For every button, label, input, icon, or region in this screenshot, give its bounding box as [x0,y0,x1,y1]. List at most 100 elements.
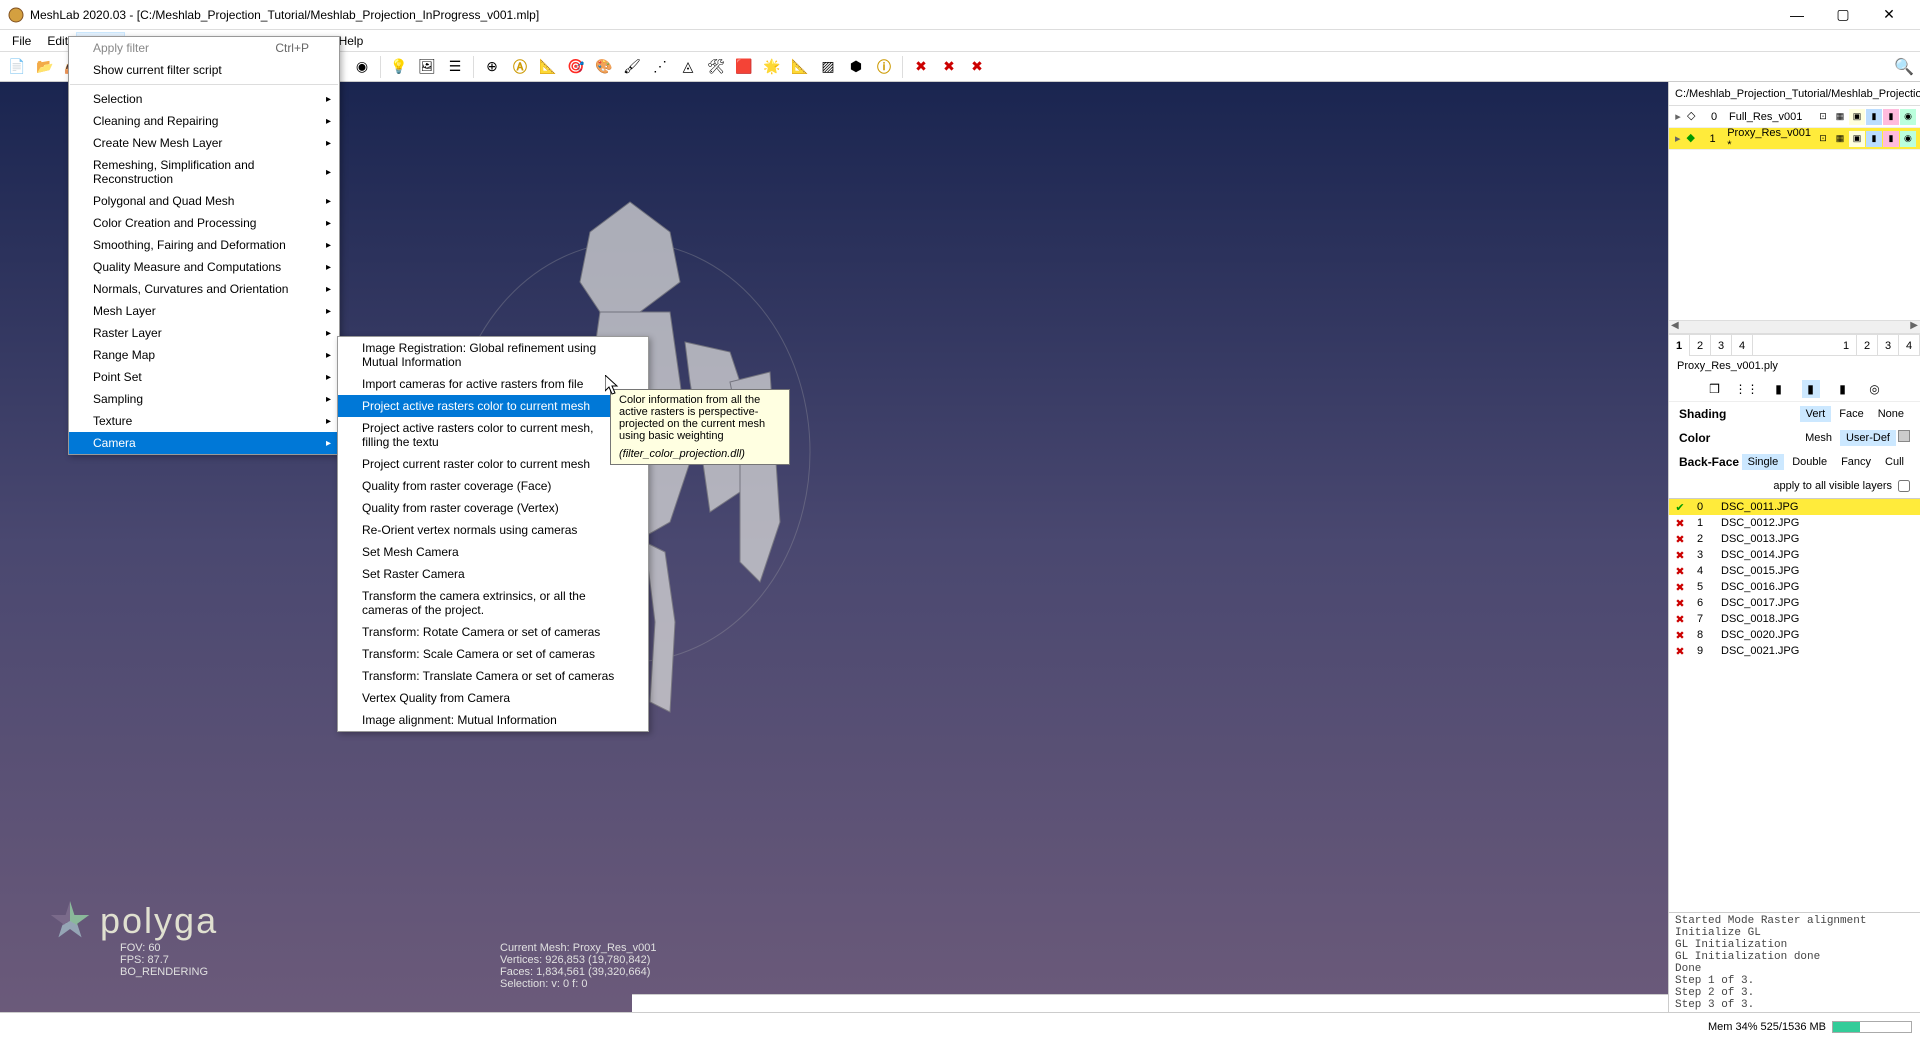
x-icon[interactable]: ✖ [1673,581,1687,594]
sidebar-tab[interactable]: C:/Meshlab_Projection_Tutorial/Meshlab_P… [1669,82,1920,106]
x-icon[interactable]: ✖ [1673,533,1687,546]
raster-row[interactable]: ✖3DSC_0014.JPG [1669,547,1920,563]
filters-item[interactable]: Remeshing, Simplification and Reconstruc… [69,154,339,190]
select-face-icon[interactable]: ◬ [675,54,701,80]
x-icon[interactable]: ✖ [1673,517,1687,530]
plugin1-icon[interactable]: 🟥 [731,54,757,80]
color-userdef[interactable]: User-Def [1840,430,1896,446]
plugin3-icon[interactable]: 📐 [787,54,813,80]
layer-row[interactable]: ▸ ◆ 1 Proxy_Res_v001 * ⊡ ▦ ▣ ▮ ▮ ◉ [1669,128,1920,150]
camera-submenu-item[interactable]: Project active rasters color to current … [338,417,648,453]
mini-icon[interactable]: ▮ [1866,109,1882,125]
delete3-icon[interactable]: ✖ [964,54,990,80]
backface-single[interactable]: Single [1742,454,1785,470]
tab-3[interactable]: 3 [1711,335,1732,356]
expand-icon[interactable]: ▸ [1673,110,1683,123]
trackball-icon[interactable]: ⊕ [479,54,505,80]
x-icon[interactable]: ✖ [1673,645,1687,658]
camera-submenu-item[interactable]: Project active rasters color to current … [338,395,648,417]
filters-item[interactable]: Camera [69,432,339,454]
expand-icon[interactable]: ▸ [1673,132,1683,145]
filters-item[interactable]: Create New Mesh Layer [69,132,339,154]
camera-submenu-item[interactable]: Re-Orient vertex normals using cameras [338,519,648,541]
shading-vert[interactable]: Vert [1800,406,1832,422]
prop-edge-icon[interactable]: ◎ [1866,380,1884,398]
camera-submenu-item[interactable]: Set Mesh Camera [338,541,648,563]
info-icon[interactable]: ⓘ [871,54,897,80]
mini-icon[interactable]: ▮ [1866,131,1882,147]
camera-submenu-item[interactable]: Set Raster Camera [338,563,648,585]
tab-1[interactable]: 1 [1669,335,1690,356]
apply-filter-item[interactable]: Apply filter Ctrl+P [69,37,339,59]
filters-item[interactable]: Mesh Layer [69,300,339,322]
prop-points-icon[interactable]: ⋮⋮ [1738,380,1756,398]
mini-icon[interactable]: ▣ [1849,131,1865,147]
plugin2-icon[interactable]: 🌟 [759,54,785,80]
camera-submenu-item[interactable]: Transform: Scale Camera or set of camera… [338,643,648,665]
delete2-icon[interactable]: ✖ [936,54,962,80]
plugin4-icon[interactable]: ▨ [815,54,841,80]
new-project-icon[interactable]: 📄 [4,54,30,80]
raster-row[interactable]: ✖7DSC_0018.JPG [1669,611,1920,627]
filters-item[interactable]: Normals, Curvatures and Orientation [69,278,339,300]
filters-item[interactable]: Quality Measure and Computations [69,256,339,278]
x-icon[interactable]: ✖ [1673,565,1687,578]
raster-row[interactable]: ✖1DSC_0012.JPG [1669,515,1920,531]
backface-double[interactable]: Double [1786,454,1833,470]
camera-submenu-item[interactable]: Transform: Translate Camera or set of ca… [338,665,648,687]
mini-icon[interactable]: ⊡ [1815,109,1831,125]
show-script-item[interactable]: Show current filter script [69,59,339,81]
info-a-icon[interactable]: Ⓐ [507,54,533,80]
prop-wire-icon[interactable]: ▮ [1770,380,1788,398]
measure-icon[interactable]: 📐 [535,54,561,80]
shading-face[interactable]: Face [1833,406,1869,422]
camera-submenu-item[interactable]: Transform the camera extrinsics, or all … [338,585,648,621]
tab-4[interactable]: 4 [1732,335,1753,356]
mini-icon[interactable]: ▮ [1883,131,1899,147]
raster-row[interactable]: ✖2DSC_0013.JPG [1669,531,1920,547]
open-project-icon[interactable]: 📂 [32,54,58,80]
prop-cube-icon[interactable]: ❒ [1706,380,1724,398]
color-swatch[interactable] [1898,430,1910,442]
raster-row[interactable]: ✖4DSC_0015.JPG [1669,563,1920,579]
backface-cull[interactable]: Cull [1879,454,1910,470]
paint-icon[interactable]: 🎨 [591,54,617,80]
color-mesh[interactable]: Mesh [1799,430,1838,446]
camera-submenu-item[interactable]: Image alignment: Mutual Information [338,709,648,731]
align-icon[interactable]: 🎯 [563,54,589,80]
camera-submenu-item[interactable]: Transform: Rotate Camera or set of camer… [338,621,648,643]
prop-flat-icon[interactable]: ▮ [1802,380,1820,398]
ref-scene-icon[interactable]: 🛠 [703,54,729,80]
prop-sel-icon[interactable]: ▮ [1834,380,1852,398]
delete1-icon[interactable]: ✖ [908,54,934,80]
select-vertex-icon[interactable]: ⋰ [647,54,673,80]
layer-row[interactable]: ▸ ◇ 0 Full_Res_v001 ⊡ ▦ ▣ ▮ ▮ ◉ [1669,106,1920,128]
filters-item[interactable]: Smoothing, Fairing and Deformation [69,234,339,256]
filters-item[interactable]: Selection [69,88,339,110]
light-icon[interactable]: 💡 [386,54,412,80]
raster-mode-icon[interactable]: 🖼 [414,54,440,80]
check-icon[interactable]: ✔ [1673,501,1687,514]
filters-item[interactable]: Raster Layer [69,322,339,344]
shading-none[interactable]: None [1872,406,1910,422]
x-icon[interactable]: ✖ [1673,597,1687,610]
apply-all-checkbox[interactable] [1898,480,1910,492]
raster-row[interactable]: ✖9DSC_0021.JPG [1669,643,1920,659]
camera-submenu-item[interactable]: Image Registration: Global refinement us… [338,337,648,373]
close-button[interactable]: ✕ [1866,0,1912,30]
filters-item[interactable]: Sampling [69,388,339,410]
raster-row[interactable]: ✖6DSC_0017.JPG [1669,595,1920,611]
menu-file[interactable]: File [4,32,39,50]
camera-submenu-item[interactable]: Quality from raster coverage (Vertex) [338,497,648,519]
tab-r1[interactable]: 1 [1836,335,1857,356]
mini-icon[interactable]: ⊡ [1815,131,1831,147]
plugin5-icon[interactable]: ⬢ [843,54,869,80]
filters-item[interactable]: Polygonal and Quad Mesh [69,190,339,212]
mini-icon[interactable]: ◉ [1900,131,1916,147]
camera-submenu-item[interactable]: Import cameras for active rasters from f… [338,373,648,395]
search-icon[interactable]: 🔍 [1892,56,1916,78]
x-icon[interactable]: ✖ [1673,549,1687,562]
minimize-button[interactable]: — [1774,0,1820,30]
maximize-button[interactable]: ▢ [1820,0,1866,30]
filters-item[interactable]: Range Map [69,344,339,366]
